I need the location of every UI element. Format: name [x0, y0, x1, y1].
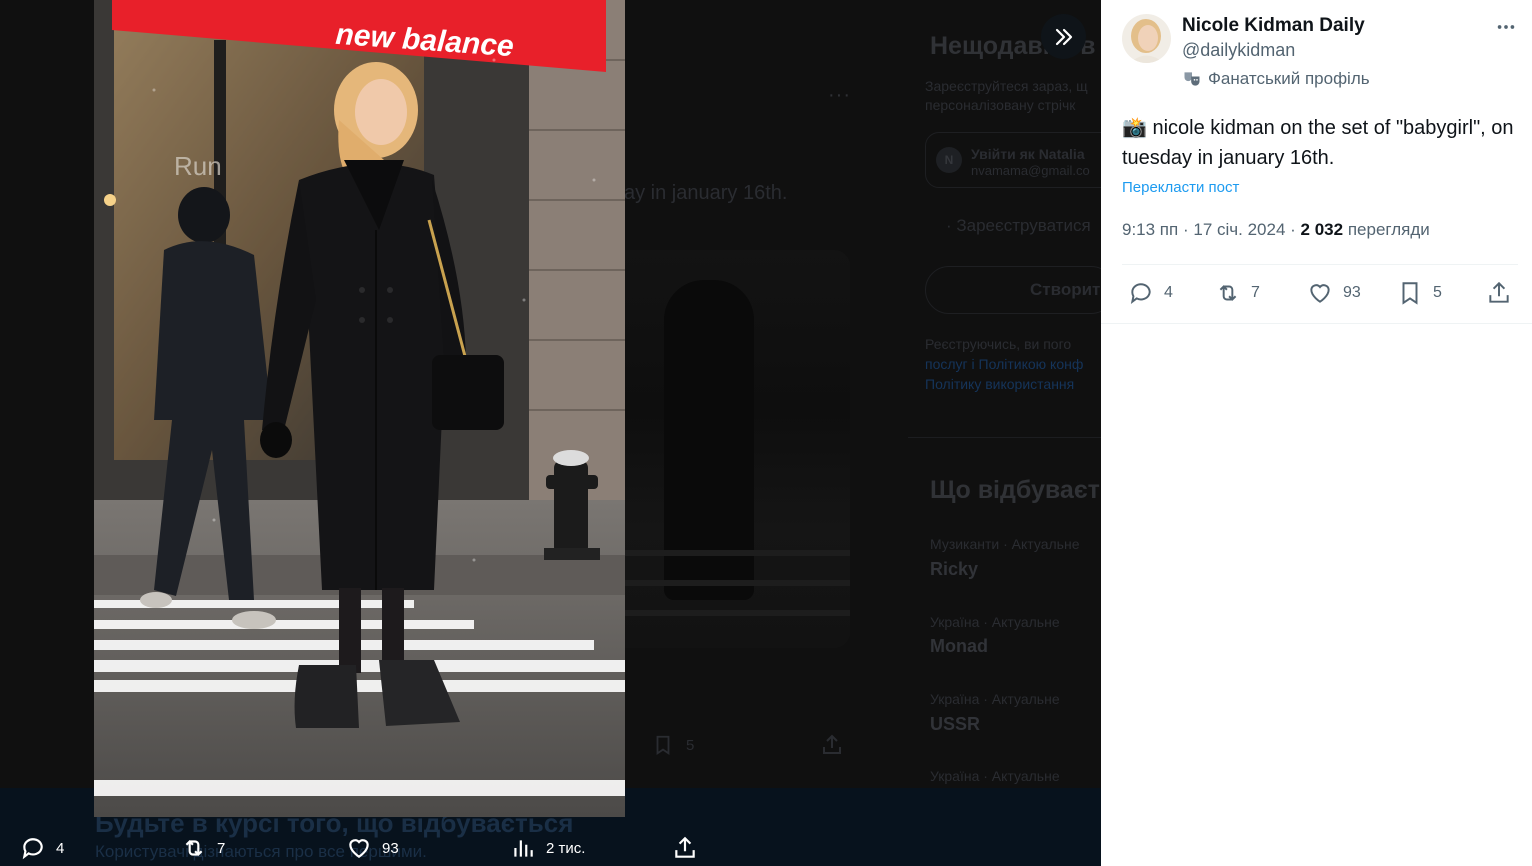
reply-icon	[22, 838, 43, 860]
register-option: · Зареєструватися	[946, 216, 1091, 235]
trend-name: Ricky	[930, 559, 979, 579]
terms-link: Політику використання	[925, 376, 1075, 392]
reply-icon	[1130, 283, 1151, 304]
tweet-detail-panel: Nicole Kidman Daily @dailykidman Фанатсь…	[1101, 0, 1532, 866]
terms-link: послуг і Політикою конф	[925, 356, 1084, 372]
author-avatar-image	[1122, 14, 1171, 63]
tweet-time[interactable]: 9:13 пп	[1122, 220, 1178, 239]
fan-profile-badge: Фанатський профіль	[1182, 69, 1370, 89]
bookmark-icon	[656, 735, 670, 755]
tweet-text: 📸 nicole kidman on the set of "babygirl"…	[1122, 113, 1517, 173]
create-account-text: Створити	[1030, 280, 1101, 299]
more-horizontal-icon	[1497, 25, 1515, 29]
bottom-reply-button[interactable]: 4	[20, 835, 64, 861]
trend-category: Україна · Актуальне	[930, 768, 1060, 784]
share-button[interactable]	[1486, 280, 1512, 306]
theater-masks-icon	[1184, 72, 1200, 86]
bookmark-button[interactable]: 5	[1397, 280, 1442, 306]
bottom-share-button[interactable]	[672, 835, 698, 861]
terms-line: Реєструючись, ви пого	[925, 336, 1072, 352]
trend-name: Monad	[930, 636, 988, 656]
like-button[interactable]: 93	[1307, 280, 1361, 306]
bookmark-count: 5	[1433, 284, 1442, 301]
bottom-views-count: 2 тис.	[546, 839, 586, 857]
divider	[1101, 323, 1532, 324]
fan-profile-label: Фанатський профіль	[1208, 69, 1370, 88]
like-count: 93	[1343, 284, 1361, 301]
post-photo[interactable]: new balance Run	[94, 0, 625, 817]
trending-heading: Що відбуваєт	[930, 476, 1100, 504]
bottom-like-button[interactable]: 93	[346, 835, 399, 861]
register-text-line: персоналізовану стрічк	[925, 97, 1076, 113]
bar-chart-icon	[514, 840, 533, 857]
street-scene-image: new balance Run	[94, 0, 625, 817]
share-icon	[675, 836, 695, 858]
login-as-text: Увійти як Natalia	[971, 146, 1085, 162]
bottom-like-count: 93	[382, 839, 399, 857]
translate-post-link[interactable]: Перекласти пост	[1122, 179, 1239, 196]
meta-separator: ·	[1182, 220, 1189, 239]
avatar[interactable]	[1122, 14, 1171, 63]
double-chevron-right-icon	[1055, 28, 1072, 45]
trend-category: Україна · Актуальне	[930, 691, 1060, 707]
trend-category: Музиканти · Актуальне	[930, 536, 1080, 552]
repost-icon	[185, 839, 203, 857]
expand-panel-button[interactable]	[1041, 14, 1086, 59]
blurred-photo	[624, 250, 850, 648]
more-dots-icon: ···	[828, 84, 851, 106]
reply-count: 4	[1164, 284, 1173, 301]
trend-name: USSR	[930, 714, 981, 734]
share-icon	[1489, 281, 1509, 303]
login-email-text: nvamama@gmail.co	[971, 163, 1090, 178]
bookmark-icon	[1402, 282, 1418, 305]
views-count: 2 032	[1300, 220, 1344, 239]
author-handle[interactable]: @dailykidman	[1182, 40, 1295, 61]
bottom-repost-count: 7	[217, 839, 226, 857]
divider	[908, 437, 1101, 438]
login-avatar: N	[936, 147, 962, 173]
tweet-body: nicole kidman on the set of "babygirl", …	[1122, 117, 1514, 169]
repost-icon	[1219, 285, 1237, 301]
heart-icon	[1310, 284, 1330, 303]
store-window-text: Run	[174, 151, 222, 181]
bottom-views-button[interactable]: 2 тис.	[510, 835, 585, 861]
author-name[interactable]: Nicole Kidman Daily	[1182, 15, 1365, 37]
bottom-reply-count: 4	[56, 839, 65, 857]
more-options-button[interactable]	[1493, 14, 1519, 40]
heart-icon	[349, 839, 369, 858]
share-icon	[823, 734, 841, 754]
repost-count: 7	[1251, 284, 1260, 301]
register-text-line: Зареєструйтеся зараз, щ	[925, 78, 1088, 94]
repost-button[interactable]: 7	[1215, 280, 1260, 306]
tweet-date[interactable]: 17 січ. 2024	[1193, 220, 1285, 239]
reply-button[interactable]: 4	[1128, 280, 1173, 306]
tweet-fragment: ay in january 16th.	[624, 182, 788, 204]
views-label: перегляди	[1347, 220, 1430, 239]
camera-flash-emoji: 📸	[1122, 117, 1147, 139]
meta-separator: ·	[1290, 220, 1296, 239]
tweet-meta: 9:13 пп · 17 січ. 2024 · 2 032 перегляди	[1122, 220, 1430, 240]
bookmark-count: 5	[686, 736, 695, 754]
dim-bookmark: 5	[652, 733, 694, 757]
divider	[1122, 264, 1518, 265]
bottom-repost-button[interactable]: 7	[181, 835, 225, 861]
trend-category: Україна · Актуальне	[930, 614, 1060, 630]
